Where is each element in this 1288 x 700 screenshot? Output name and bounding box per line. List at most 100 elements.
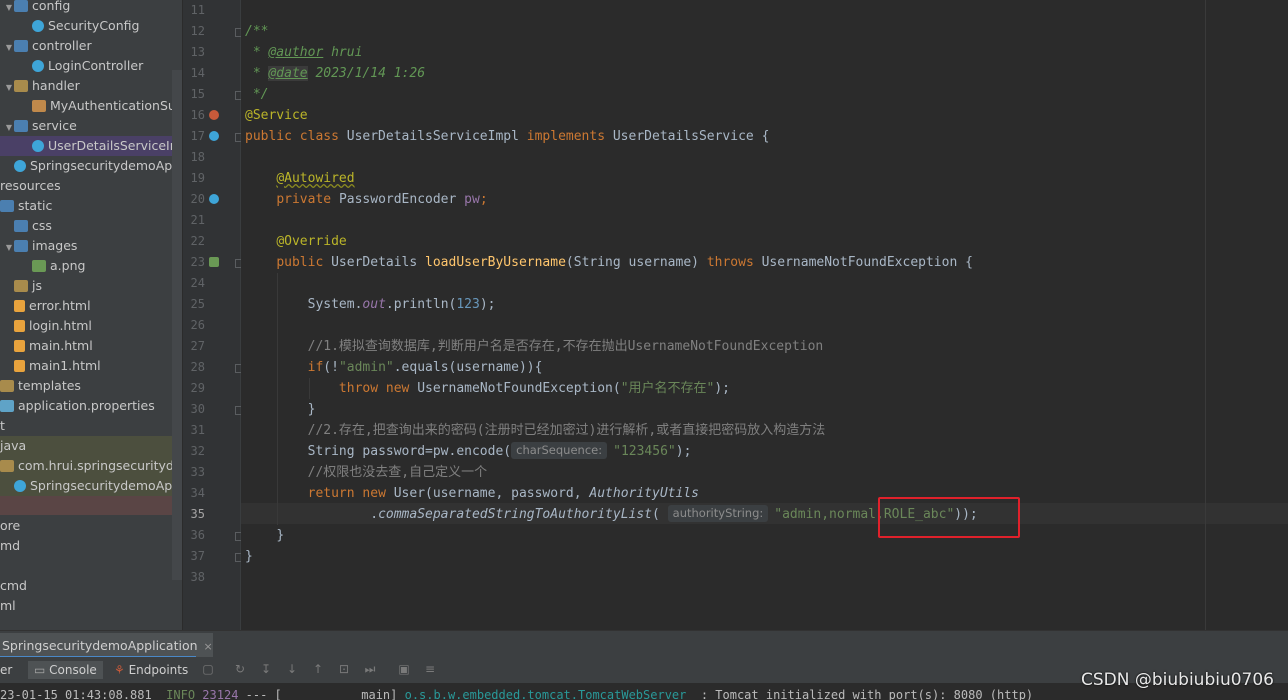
line-number: 32	[190, 444, 205, 458]
line-number: 11	[190, 3, 205, 17]
tree-item[interactable]: ▼ config	[0, 0, 176, 16]
tree-item[interactable]: md	[0, 536, 172, 556]
line-number: 16	[190, 108, 205, 122]
resume-icon[interactable]: ⏭	[364, 663, 376, 675]
run-tool-tabs: SpringsecuritydemoApplication ×	[0, 630, 1288, 658]
line-number: 33	[190, 465, 205, 479]
tree-item[interactable]: ml	[0, 596, 172, 616]
tree-item[interactable]: login.html	[0, 316, 176, 336]
tree-item[interactable]: ore	[0, 516, 172, 536]
tree-item[interactable]: LoginController	[0, 56, 182, 76]
run-to-cursor-icon[interactable]: ⊡	[338, 663, 350, 675]
chevron-down-icon[interactable]: ▼	[4, 238, 14, 256]
tab-endpoints[interactable]: ⚘ Endpoints	[114, 661, 188, 679]
param-hint: authorityString:	[667, 505, 769, 522]
tree-item[interactable]: resources	[0, 176, 172, 196]
code-line-17: public class UserDetailsServiceImpl impl…	[245, 129, 770, 144]
line-number: 12	[190, 24, 205, 38]
step-over-icon[interactable]: ↧	[260, 663, 272, 675]
chevron-down-icon[interactable]: ▼	[4, 0, 14, 16]
code-line-30: }	[307, 402, 316, 417]
run-tab-springsecuritydemo[interactable]: SpringsecuritydemoApplication ×	[0, 633, 213, 658]
chevron-down-icon[interactable]: ▼	[4, 118, 14, 136]
folder-icon	[14, 240, 28, 252]
param-hint: charSequence:	[511, 442, 608, 459]
tree-item[interactable]: css	[0, 216, 176, 236]
tree-item[interactable]: js	[0, 276, 176, 296]
code-line-19: @Autowired	[276, 171, 355, 186]
tree-item-label: resources	[0, 178, 61, 193]
folder-icon	[0, 380, 14, 392]
autowired-bean-icon[interactable]	[209, 194, 219, 204]
tree-item[interactable]: main.html	[0, 336, 176, 356]
line-number: 36	[190, 528, 205, 542]
line-number: 13	[190, 45, 205, 59]
code-editor[interactable]: /** * @author hrui * @date 2023/1/14 1:2…	[241, 0, 1288, 630]
class-icon	[14, 480, 26, 492]
step-out-icon[interactable]: ↑	[312, 663, 324, 675]
code-line-22: @Override	[276, 234, 347, 249]
tree-item[interactable]: SpringsecuritydemoApp	[0, 476, 176, 496]
evaluate-icon[interactable]: ▣	[398, 663, 410, 675]
tree-item[interactable]: error.html	[0, 296, 176, 316]
tree-item[interactable]: MyAuthenticationSuc	[0, 96, 182, 116]
tree-item[interactable]: ▼ handler	[0, 76, 176, 96]
properties-file-icon	[0, 400, 14, 412]
tree-item-label: UserDetailsServiceIn	[48, 138, 178, 153]
tree-item-label: java	[0, 438, 27, 453]
tree-scrollbar[interactable]	[172, 70, 182, 580]
tab-debugger[interactable]: er	[0, 661, 12, 679]
tree-item[interactable]: UserDetailsServiceIn	[0, 136, 182, 156]
line-number: 31	[190, 423, 205, 437]
tree-item-label: login.html	[29, 318, 92, 333]
package-icon	[0, 460, 14, 472]
tree-item-label: md	[0, 538, 21, 553]
tree-item-label: service	[32, 118, 77, 133]
tree-item[interactable]: a.png	[0, 256, 182, 276]
tree-item[interactable]: application.properties	[0, 396, 172, 416]
code-line-12: /**	[245, 24, 269, 39]
chevron-down-icon[interactable]: ▼	[4, 78, 14, 96]
chevron-down-icon[interactable]: ▼	[4, 38, 14, 56]
tree-item-label: SpringsecuritydemoApp	[30, 478, 176, 493]
csdn-watermark: CSDN @biubiubiu0706	[1081, 670, 1275, 690]
tree-item[interactable]	[0, 496, 172, 516]
folder-icon	[14, 280, 28, 292]
tree-item[interactable]: ▼ controller	[0, 36, 176, 56]
tree-item[interactable]: SecurityConfig	[0, 16, 182, 36]
settings-icon[interactable]: ≡	[424, 663, 436, 675]
tab-console[interactable]: ▭ Console	[28, 661, 103, 679]
tree-item[interactable]: templates	[0, 376, 172, 396]
tree-item-label: error.html	[29, 298, 91, 313]
restore-layout-icon[interactable]: ▢	[202, 663, 214, 675]
implements-icon[interactable]	[209, 131, 219, 141]
tree-item[interactable]: t	[0, 416, 172, 436]
tree-item-label: cmd	[0, 578, 27, 593]
line-number: 15	[190, 87, 205, 101]
code-line-36: }	[276, 528, 285, 543]
tree-item-label: main1.html	[29, 358, 101, 373]
tree-item[interactable]: java	[0, 436, 172, 456]
spring-bean-icon[interactable]	[209, 110, 219, 120]
tree-item-label: LoginController	[48, 58, 144, 73]
html-file-icon	[14, 300, 25, 312]
line-number: 27	[190, 339, 205, 353]
tree-item[interactable]	[0, 556, 172, 576]
line-number: 17	[190, 129, 205, 143]
class-icon	[14, 160, 26, 172]
tree-item[interactable]: static	[0, 196, 172, 216]
close-icon[interactable]: ×	[204, 640, 213, 653]
code-line-14: * @date 2023/1/14 1:26	[245, 66, 426, 81]
override-method-icon[interactable]	[209, 257, 219, 267]
tree-item-label: ore	[0, 518, 21, 533]
tree-item[interactable]: cmd	[0, 576, 172, 596]
tree-item-label: templates	[18, 378, 81, 393]
tree-item[interactable]: ▼ images	[0, 236, 176, 256]
tree-item[interactable]: ▼ service	[0, 116, 176, 136]
tree-item[interactable]: main1.html	[0, 356, 176, 376]
restart-icon[interactable]: ↻	[234, 663, 246, 675]
line-number: 25	[190, 297, 205, 311]
step-into-icon[interactable]: ↓	[286, 663, 298, 675]
tree-item[interactable]: SpringsecuritydemoApp	[0, 156, 176, 176]
tree-item[interactable]: com.hrui.springsecuritydem	[0, 456, 172, 476]
